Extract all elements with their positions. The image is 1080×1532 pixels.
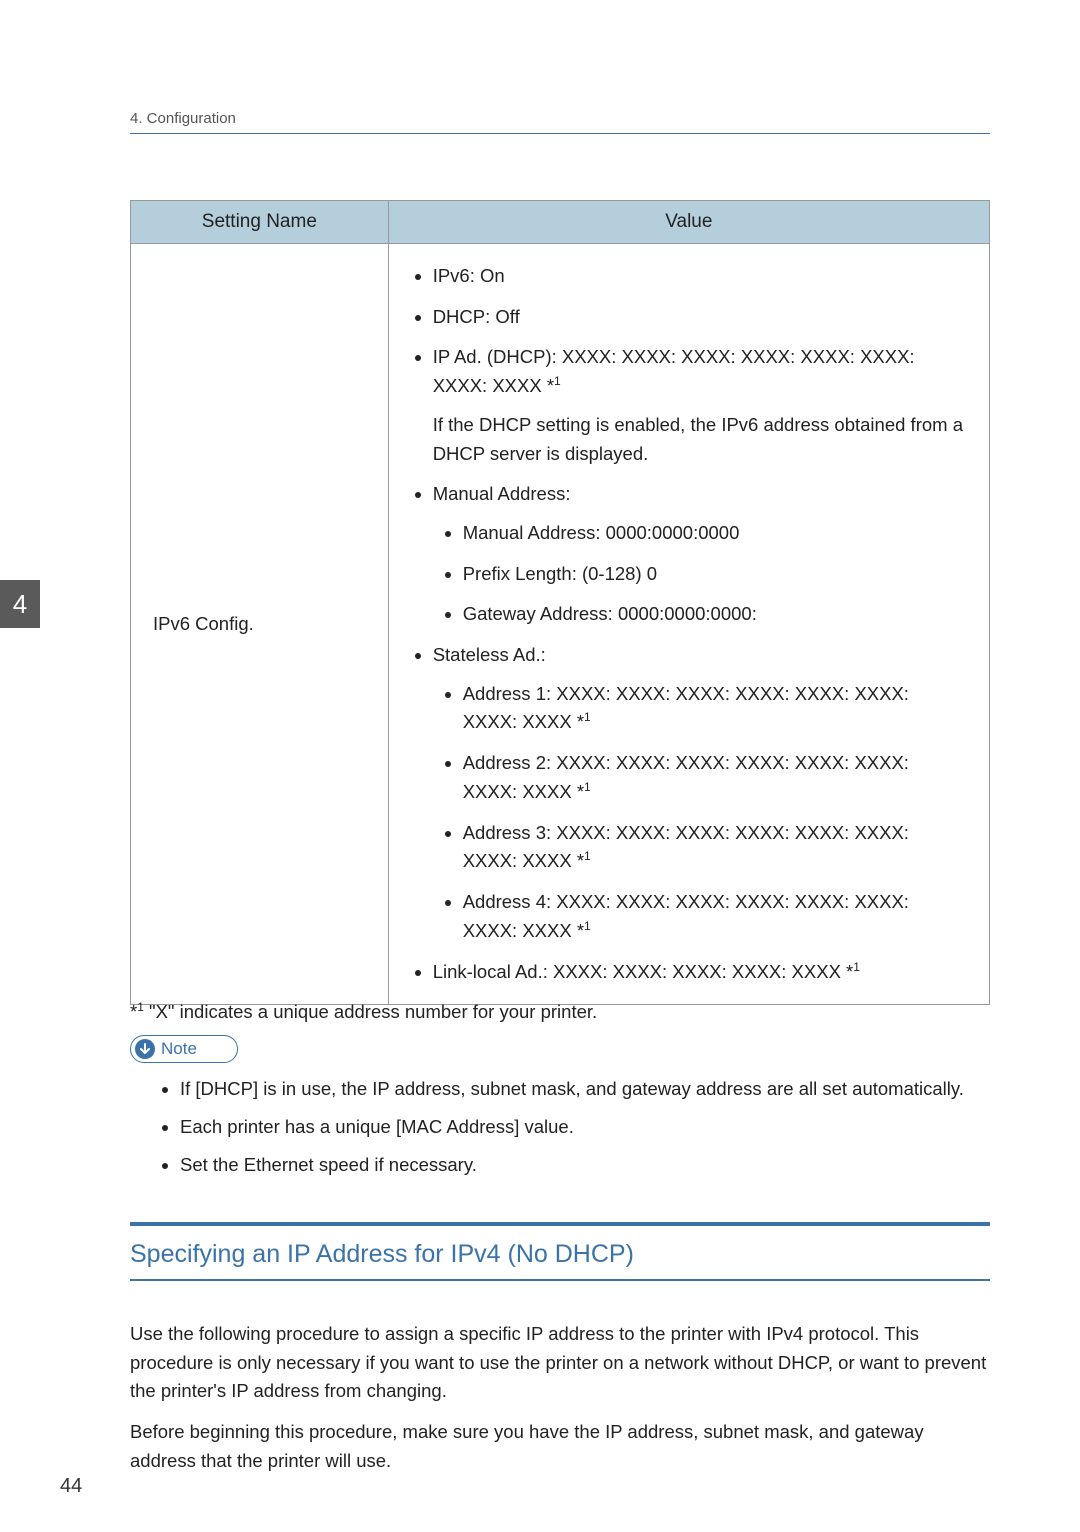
page-header: 4. Configuration (130, 110, 990, 134)
body-paragraph: Use the following procedure to assign a … (130, 1320, 990, 1406)
superscript: 1 (584, 780, 591, 794)
note-item: If [DHCP] is in use, the IP address, sub… (180, 1075, 990, 1103)
col-setting-name: Setting Name (131, 201, 389, 244)
settings-table: Setting Name Value IPv6 Config. IPv6: On… (130, 200, 990, 1005)
note-item: Set the Ethernet speed if necessary. (180, 1151, 990, 1179)
down-arrow-icon (135, 1039, 155, 1059)
value-item: Manual Address: Manual Address: 0000:000… (433, 480, 967, 629)
value-item: IP Ad. (DHCP): XXXX: XXXX: XXXX: XXXX: X… (433, 343, 967, 468)
note-badge: Note (130, 1035, 238, 1063)
table-header-row: Setting Name Value (131, 201, 990, 244)
superscript: 1 (584, 710, 591, 724)
value-item: Link-local Ad.: XXXX: XXXX: XXXX: XXXX: … (433, 958, 967, 987)
value-text: IP Ad. (DHCP): XXXX: XXXX: XXXX: XXXX: X… (433, 346, 915, 396)
chapter-tab: 4 (0, 580, 40, 628)
conditional-note: If the DHCP setting is enabled, the IPv6… (433, 411, 967, 468)
value-text: Address 4: XXXX: XXXX: XXXX: XXXX: XXXX:… (463, 891, 909, 941)
col-value: Value (388, 201, 989, 244)
value-text: Address 3: XXXX: XXXX: XXXX: XXXX: XXXX:… (463, 822, 909, 872)
value-text: Stateless Ad.: (433, 644, 546, 665)
value-subitem: Prefix Length: (0-128) 0 (463, 560, 967, 589)
breadcrumb: 4. Configuration (130, 110, 990, 127)
value-subitem: Address 1: XXXX: XXXX: XXXX: XXXX: XXXX:… (463, 680, 967, 738)
value-subitem: Address 3: XXXX: XXXX: XXXX: XXXX: XXXX:… (463, 819, 967, 877)
value-text: Address 1: XXXX: XXXX: XXXX: XXXX: XXXX:… (463, 683, 909, 733)
heading-rule-top (130, 1222, 990, 1226)
superscript: 1 (853, 960, 860, 974)
header-rule (130, 133, 990, 134)
page-number: 44 (60, 1475, 82, 1498)
footnote-text: "X" indicates a unique address number fo… (144, 1001, 597, 1022)
table-row: IPv6 Config. IPv6: On DHCP: Off IP Ad. (… (131, 244, 990, 1005)
superscript: 1 (137, 1000, 144, 1014)
value-subitem: Address 4: XXXX: XXXX: XXXX: XXXX: XXXX:… (463, 888, 967, 946)
settings-table-wrap: Setting Name Value IPv6 Config. IPv6: On… (130, 200, 990, 1005)
superscript: 1 (554, 374, 561, 388)
value-subitem: Manual Address: 0000:0000:0000 (463, 519, 967, 548)
heading-title: Specifying an IP Address for IPv4 (No DH… (130, 1240, 990, 1269)
setting-name-cell: IPv6 Config. (131, 244, 389, 1005)
value-item: IPv6: On (433, 262, 967, 291)
note-item: Each printer has a unique [MAC Address] … (180, 1113, 990, 1141)
value-text: Address 2: XXXX: XXXX: XXXX: XXXX: XXXX:… (463, 752, 909, 802)
value-text: Link-local Ad.: XXXX: XXXX: XXXX: XXXX: … (433, 961, 854, 982)
body-paragraph: Before beginning this procedure, make su… (130, 1418, 990, 1475)
setting-value-cell: IPv6: On DHCP: Off IP Ad. (DHCP): XXXX: … (388, 244, 989, 1005)
value-subitem: Gateway Address: 0000:0000:0000: (463, 600, 967, 629)
superscript: 1 (584, 849, 591, 863)
value-subitem: Address 2: XXXX: XXXX: XXXX: XXXX: XXXX:… (463, 749, 967, 807)
footnote: *1 "X" indicates a unique address number… (130, 1000, 990, 1023)
note-pill: Note (130, 1035, 238, 1063)
note-label: Note (161, 1039, 197, 1059)
value-text: Manual Address: (433, 483, 571, 504)
superscript: 1 (584, 919, 591, 933)
value-item: Stateless Ad.: Address 1: XXXX: XXXX: XX… (433, 641, 967, 946)
heading-rule-bottom (130, 1279, 990, 1281)
notes-list: If [DHCP] is in use, the IP address, sub… (158, 1075, 990, 1188)
section-heading: Specifying an IP Address for IPv4 (No DH… (130, 1222, 990, 1281)
value-item: DHCP: Off (433, 303, 967, 332)
